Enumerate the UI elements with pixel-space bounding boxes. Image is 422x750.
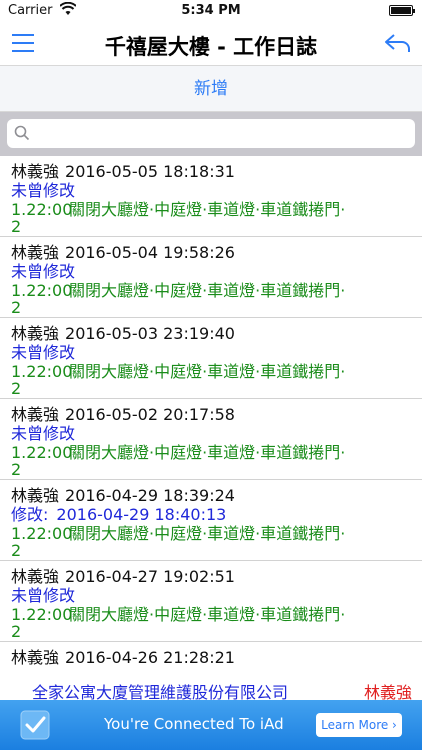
entry-count: 2 (11, 460, 22, 479)
entry-modified-status: 未曾修改 (11, 262, 76, 281)
entry-datetime: 2016-04-27 19:02:51 (65, 567, 235, 586)
entry-author: 林義強 (11, 648, 60, 667)
log-entry[interactable]: 林義強 2016-05-03 23:19:40 未曾修改 1.22:00關閉大廳燈… (0, 318, 422, 399)
entry-datetime: 2016-05-03 23:19:40 (65, 324, 235, 343)
log-entry[interactable]: 林義強 2016-04-29 18:39:24 修改: 2016-04-29 18:… (0, 480, 422, 561)
footer-bar: 全家公寓大廈管理維護股份有限公司 林義強 (0, 676, 422, 702)
entry-modified-status: 未曾修改 (11, 424, 76, 443)
entry-count: 2 (11, 379, 22, 398)
search-icon (14, 125, 30, 141)
entry-modified-status: 修改: (11, 505, 49, 524)
log-entry[interactable]: 林義強 2016-04-26 21:28:21 (0, 642, 422, 676)
iad-message: You're Connected To iAd (104, 715, 284, 733)
search-bar (0, 112, 422, 156)
entry-count: 2 (11, 622, 22, 641)
entry-datetime: 2016-05-02 20:17:58 (65, 405, 235, 424)
search-input[interactable] (7, 119, 415, 148)
entry-modified-time: 2016-04-29 18:40:13 (56, 505, 227, 524)
status-bar: Carrier 5:34 PM (0, 0, 422, 22)
entry-author: 林義強 (11, 162, 60, 181)
navigation-bar: 千禧屋大樓 - 工作日誌 (0, 22, 422, 66)
reply-back-icon[interactable] (384, 31, 412, 55)
entry-author: 林義強 (11, 567, 60, 586)
entry-datetime: 2016-04-26 21:28:21 (65, 648, 235, 667)
entry-task: 關閉大廳燈·中庭燈·車道燈·車道鐵捲門· (69, 281, 346, 300)
entry-author: 林義強 (11, 324, 60, 343)
entry-task: 關閉大廳燈·中庭燈·車道燈·車道鐵捲門· (69, 362, 346, 381)
entry-modified-status: 未曾修改 (11, 181, 76, 200)
entry-author: 林義強 (11, 405, 60, 424)
add-entry-button[interactable]: 新增 (0, 66, 422, 112)
entry-datetime: 2016-04-29 18:39:24 (65, 486, 235, 505)
entry-task: 關閉大廳燈·中庭燈·車道燈·車道鐵捲門· (69, 200, 346, 219)
log-list: 林義強 2016-05-05 18:18:31 未曾修改 1.22:00關閉大廳燈… (0, 156, 422, 676)
entry-task: 關閉大廳燈·中庭燈·車道燈·車道鐵捲門· (69, 605, 346, 624)
iad-banner[interactable]: You're Connected To iAd Learn More › (0, 700, 422, 750)
entry-datetime: 2016-05-05 18:18:31 (65, 162, 235, 181)
page-title: 千禧屋大樓 - 工作日誌 (104, 35, 318, 59)
battery-icon (389, 5, 415, 16)
entry-modified-status: 未曾修改 (11, 343, 76, 362)
clock: 5:34 PM (181, 3, 241, 18)
log-entry[interactable]: 林義強 2016-04-27 19:02:51 未曾修改 1.22:00關閉大廳燈… (0, 561, 422, 642)
entry-author: 林義強 (11, 486, 60, 505)
log-entry[interactable]: 林義強 2016-05-04 19:58:26 未曾修改 1.22:00關閉大廳燈… (0, 237, 422, 318)
entry-task: 關閉大廳燈·中庭燈·車道燈·車道鐵捲門· (69, 443, 346, 462)
checkbox-check-icon (20, 710, 50, 740)
entry-count: 2 (11, 217, 22, 236)
entry-author: 林義強 (11, 243, 60, 262)
log-entry[interactable]: 林義強 2016-05-05 18:18:31 未曾修改 1.22:00關閉大廳燈… (0, 156, 422, 237)
entry-task: 關閉大廳燈·中庭燈·車道燈·車道鐵捲門· (69, 524, 346, 543)
log-entry[interactable]: 林義強 2016-05-02 20:17:58 未曾修改 1.22:00關閉大廳燈… (0, 399, 422, 480)
learn-more-button[interactable]: Learn More › (316, 713, 402, 737)
entry-modified-status: 未曾修改 (11, 586, 76, 605)
entry-datetime: 2016-05-04 19:58:26 (65, 243, 235, 262)
entry-count: 2 (11, 541, 22, 560)
entry-count: 2 (11, 298, 22, 317)
